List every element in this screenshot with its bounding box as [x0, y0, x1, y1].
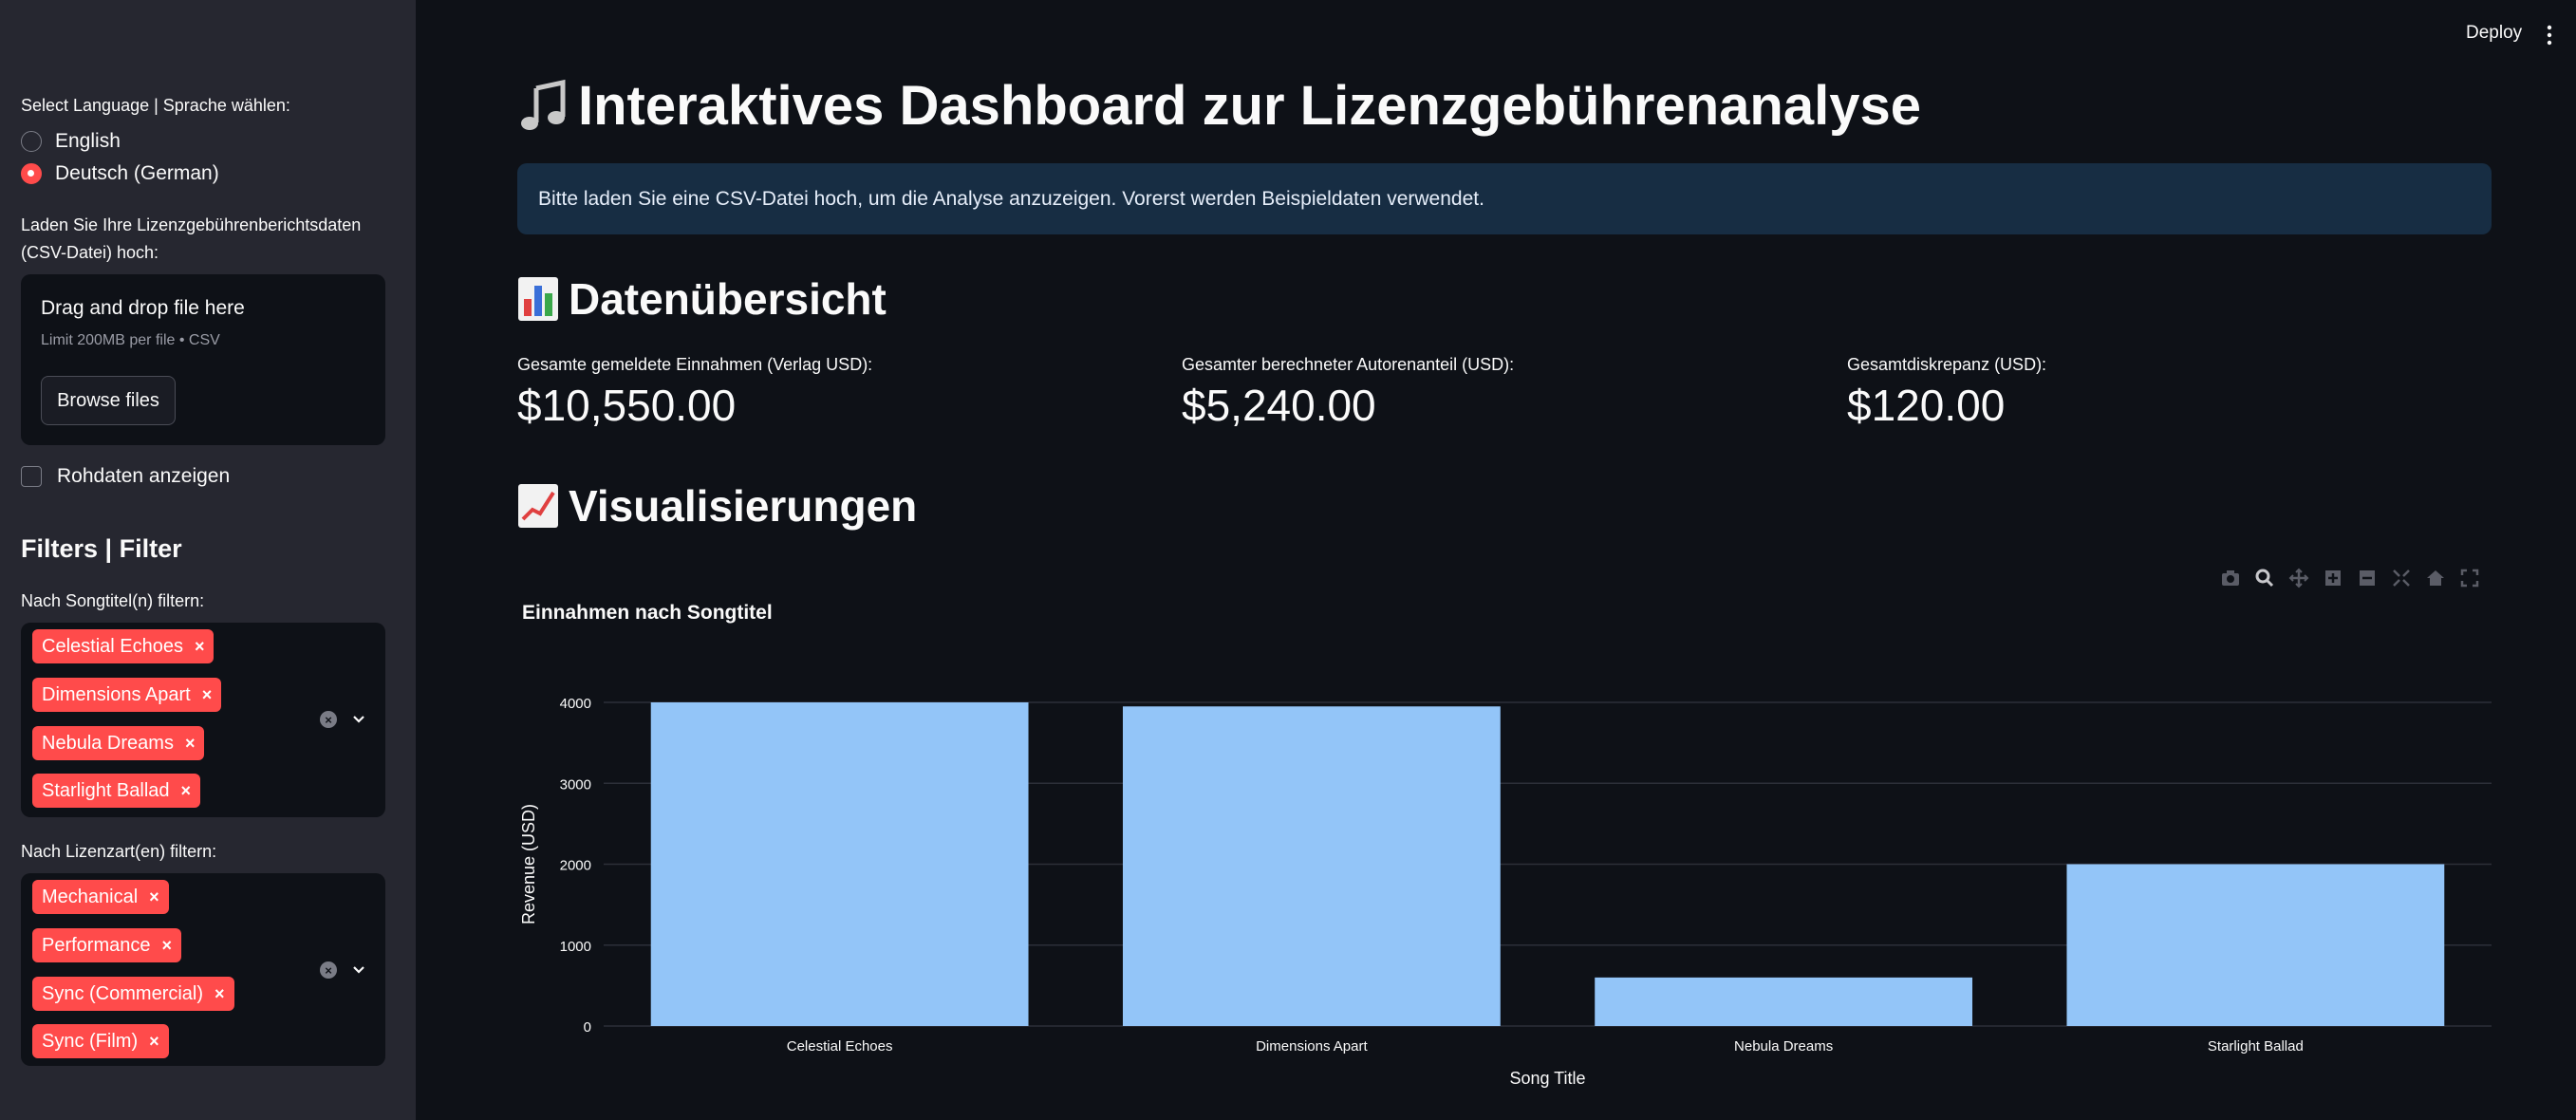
remove-tag-icon[interactable]: ×	[149, 1032, 159, 1052]
bar	[1595, 977, 1973, 1026]
visualizations-header: Visualisierungen	[517, 480, 917, 532]
pan-icon[interactable]	[2288, 568, 2309, 588]
upload-label-line1: Laden Sie Ihre Lizenzgebührenberichtsdat…	[21, 215, 362, 234]
page-title-text: Interaktives Dashboard zur Lizenzgebühre…	[578, 75, 1921, 137]
clear-all-icon[interactable]: ×	[320, 711, 337, 728]
chart-title: Einnahmen nach Songtitel	[522, 602, 773, 624]
zoom-out-icon[interactable]	[2357, 568, 2378, 588]
line-chart-icon	[518, 484, 558, 528]
x-tick-label: Nebula Dreams	[1734, 1038, 1833, 1055]
zoom-icon[interactable]	[2254, 568, 2275, 588]
more-vertical-icon[interactable]	[2547, 25, 2552, 46]
remove-tag-icon[interactable]: ×	[202, 685, 213, 705]
radio-button-icon[interactable]	[21, 131, 42, 152]
x-tick-label: Celestial Echoes	[787, 1038, 893, 1055]
song-tag[interactable]: Celestial Echoes ×	[32, 629, 215, 663]
raw-data-checkbox-label: Rohdaten anzeigen	[57, 465, 231, 487]
y-tick-label: 0	[584, 1019, 591, 1036]
chart-toolbar	[2220, 568, 2480, 588]
overview-header-text: Datenübersicht	[569, 274, 887, 324]
radio-english[interactable]: English	[21, 130, 121, 153]
radio-german-label: Deutsch (German)	[55, 162, 219, 184]
license-tag[interactable]: Sync (Film) ×	[32, 1024, 169, 1058]
upload-limit: Limit 200MB per file • CSV	[41, 332, 220, 348]
tag-label: Nebula Dreams	[42, 732, 174, 754]
tag-label: Sync (Commercial)	[42, 982, 204, 1004]
radio-button-selected-icon[interactable]	[21, 163, 42, 184]
song-tag[interactable]: Starlight Ballad ×	[32, 774, 201, 808]
y-tick-label: 3000	[560, 776, 591, 793]
song-tag[interactable]: Dimensions Apart ×	[32, 678, 222, 712]
upload-label-line2: (CSV-Datei) hoch:	[21, 243, 159, 262]
metric-value: $10,550.00	[517, 381, 737, 430]
page-title: Interaktives Dashboard zur Lizenzgebühre…	[517, 74, 1921, 138]
license-tag[interactable]: Performance ×	[32, 928, 182, 962]
sidebar: Select Language | Sprache wählen: Englis…	[0, 0, 416, 1120]
file-uploader-dropzone[interactable]: Drag and drop file here Limit 200MB per …	[21, 274, 385, 445]
clear-all-icon[interactable]: ×	[320, 961, 337, 979]
license-tag[interactable]: Sync (Commercial) ×	[32, 977, 234, 1011]
bar	[1122, 706, 1501, 1026]
radio-german[interactable]: Deutsch (German)	[21, 162, 219, 185]
info-alert: Bitte laden Sie eine CSV-Datei hoch, um …	[517, 163, 2492, 234]
tag-label: Mechanical	[42, 886, 139, 907]
metric-value: $5,240.00	[1182, 381, 1376, 430]
raw-data-checkbox-row[interactable]: Rohdaten anzeigen	[21, 465, 230, 488]
x-axis-label: Song Title	[1509, 1069, 1585, 1088]
remove-tag-icon[interactable]: ×	[195, 637, 205, 657]
remove-tag-icon[interactable]: ×	[185, 734, 196, 754]
chevron-down-icon[interactable]	[350, 711, 367, 728]
song-tag[interactable]: Nebula Dreams ×	[32, 726, 205, 760]
radio-english-label: English	[55, 130, 121, 152]
autoscale-icon[interactable]	[2391, 568, 2412, 588]
metric-label: Gesamter berechneter Autorenanteil (USD)…	[1182, 355, 1515, 374]
metric-label: Gesamtdiskrepanz (USD):	[1847, 355, 2047, 374]
tag-label: Performance	[42, 934, 151, 956]
y-tick-label: 1000	[560, 939, 591, 955]
home-icon[interactable]	[2425, 568, 2446, 588]
camera-icon[interactable]	[2220, 568, 2241, 588]
language-label: Select Language | Sprache wählen:	[21, 96, 290, 115]
song-filter-label: Nach Songtitel(n) filtern:	[21, 591, 205, 610]
y-axis-label: Revenue (USD)	[519, 804, 538, 924]
license-tag[interactable]: Mechanical ×	[32, 880, 169, 914]
tag-label: Sync (Film)	[42, 1030, 139, 1052]
remove-tag-icon[interactable]: ×	[215, 984, 225, 1004]
tag-label: Starlight Ballad	[42, 779, 170, 801]
license-filter-label: Nach Lizenzart(en) filtern:	[21, 842, 217, 861]
visualizations-header-text: Visualisierungen	[569, 481, 918, 531]
bar-chart-icon	[518, 277, 558, 321]
filters-header: Filters | Filter	[21, 534, 182, 563]
license-multiselect[interactable]: Mechanical × Performance × Sync (Commercia…	[21, 873, 385, 1066]
upload-title: Drag and drop file here	[41, 297, 245, 319]
metric-value: $120.00	[1847, 381, 2006, 430]
remove-tag-icon[interactable]: ×	[149, 887, 159, 907]
x-tick-label: Starlight Ballad	[2208, 1038, 2304, 1055]
tag-label: Celestial Echoes	[42, 635, 183, 657]
y-tick-label: 4000	[560, 696, 591, 712]
musical-note-icon	[521, 79, 566, 130]
metric-label: Gesamte gemeldete Einnahmen (Verlag USD)…	[517, 355, 873, 374]
fullscreen-icon[interactable]	[2459, 568, 2480, 588]
song-multiselect[interactable]: Celestial Echoes × Dimensions Apart × Nebu…	[21, 623, 385, 817]
remove-tag-icon[interactable]: ×	[181, 781, 192, 801]
zoom-in-icon[interactable]	[2323, 568, 2343, 588]
info-alert-text: Bitte laden Sie eine CSV-Datei hoch, um …	[538, 187, 1484, 210]
browse-files-button[interactable]: Browse files	[41, 376, 176, 425]
chevron-down-icon[interactable]	[350, 961, 367, 979]
y-tick-label: 2000	[560, 858, 591, 874]
remove-tag-icon[interactable]: ×	[162, 936, 173, 956]
overview-header: Datenübersicht	[517, 273, 887, 325]
x-tick-label: Dimensions Apart	[1256, 1038, 1368, 1055]
checkbox-icon[interactable]	[21, 466, 42, 487]
tag-label: Dimensions Apart	[42, 683, 191, 705]
deploy-button[interactable]: Deploy	[2466, 23, 2522, 44]
bar	[2066, 864, 2445, 1026]
bar	[650, 702, 1029, 1026]
